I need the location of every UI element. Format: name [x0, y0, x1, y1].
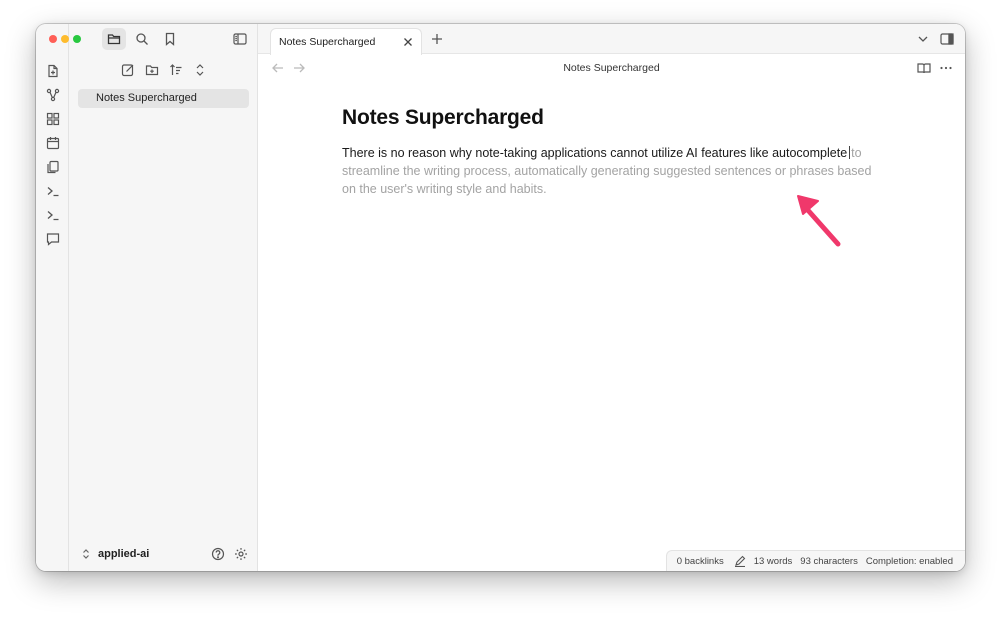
sort-icon[interactable]: [167, 61, 185, 79]
tab-bar: Notes Supercharged: [258, 24, 965, 55]
view-header: Notes Supercharged: [258, 54, 965, 82]
reading-view-icon[interactable]: [917, 61, 931, 75]
backlinks-count[interactable]: 0 backlinks: [677, 556, 724, 567]
help-icon[interactable]: [210, 546, 226, 562]
settings-gear-icon[interactable]: [233, 546, 249, 562]
file-tree-item[interactable]: Notes Supercharged: [78, 89, 249, 108]
command-palette-icon[interactable]: [44, 182, 61, 199]
daily-note-icon[interactable]: [44, 134, 61, 151]
ribbon: [36, 24, 69, 571]
collapse-icon[interactable]: [191, 61, 209, 79]
tab-label: Notes Supercharged: [279, 36, 376, 48]
templates-icon[interactable]: [44, 158, 61, 175]
annotation-arrow: [797, 195, 841, 247]
chat-icon[interactable]: [44, 230, 61, 247]
chevron-updown-icon[interactable]: [80, 547, 92, 561]
character-count: 93 characters: [800, 555, 858, 567]
vault-switcher: applied-ai: [69, 539, 258, 571]
note-title[interactable]: Notes Supercharged: [342, 106, 882, 130]
right-sidebar-toggle-icon[interactable]: [940, 32, 954, 46]
file-switcher-icon[interactable]: [44, 62, 61, 79]
vault-name[interactable]: applied-ai: [98, 548, 149, 560]
minimize-window-button[interactable]: [61, 35, 69, 43]
new-tab-icon[interactable]: [430, 32, 444, 46]
tab-notes-supercharged[interactable]: Notes Supercharged: [270, 28, 422, 55]
main-pane: Notes Supercharged Notes Supercharged No…: [258, 24, 965, 571]
terminal-icon[interactable]: [44, 206, 61, 223]
new-note-icon[interactable]: [119, 61, 137, 79]
app-window: Notes Supercharged applied-ai Notes Supe…: [36, 24, 965, 571]
typed-text: There is no reason why note-taking appli…: [342, 146, 848, 160]
search-icon[interactable]: [130, 28, 154, 50]
close-icon[interactable]: [402, 36, 414, 48]
folder-icon[interactable]: [102, 28, 126, 50]
sidebar: Notes Supercharged applied-ai: [49, 24, 258, 571]
graph-icon[interactable]: [44, 86, 61, 103]
sidebar-toggle-icon[interactable]: [228, 28, 252, 50]
word-count: 13 words: [753, 555, 793, 567]
close-window-button[interactable]: [49, 35, 57, 43]
edit-mode-icon[interactable]: [734, 555, 746, 567]
zoom-window-button[interactable]: [73, 35, 81, 43]
view-title[interactable]: Notes Supercharged: [258, 62, 965, 74]
completion-status[interactable]: Completion: enabled: [866, 556, 953, 567]
text-cursor: [849, 146, 851, 159]
bookmark-icon[interactable]: [158, 28, 182, 50]
more-options-icon[interactable]: [939, 61, 953, 75]
canvas-icon[interactable]: [44, 110, 61, 127]
note-editor[interactable]: Notes Supercharged There is no reason wh…: [342, 106, 882, 198]
chevron-down-icon[interactable]: [916, 32, 930, 46]
new-folder-icon[interactable]: [143, 61, 161, 79]
status-bar: 0 backlinks 13 words 93 characters Compl…: [665, 550, 965, 571]
